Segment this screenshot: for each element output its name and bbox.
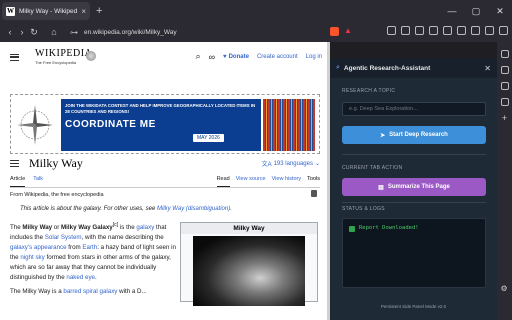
- panel-footer: Persistent Side Panel Mode v2.0: [380, 304, 447, 309]
- intro-paragraph: The Milky Way or Milky Way Galaxy[c] is …: [10, 222, 176, 282]
- rail-history-icon[interactable]: [500, 82, 509, 90]
- alert-icon[interactable]: ▲: [344, 26, 352, 35]
- download-icon[interactable]: [429, 26, 438, 35]
- site-info-icon[interactable]: ⊶: [70, 28, 78, 37]
- topic-input[interactable]: e.g. Deep Sea Exploration...: [342, 102, 486, 116]
- research-label: RESEARCH A TOPIC: [342, 88, 396, 94]
- reload-icon[interactable]: ↻: [28, 27, 40, 38]
- extension-icon-3[interactable]: [415, 26, 424, 35]
- second-paragraph: The Milky Way is a barred spiral galaxy …: [10, 288, 147, 295]
- main-menu-icon[interactable]: [10, 53, 19, 61]
- hatnote: This article is about the galaxy. For ot…: [20, 206, 232, 212]
- side-panel: ⌕ Agentic Research-Assistant ✕ RESEARCH …: [330, 58, 497, 320]
- toc-icon[interactable]: [10, 160, 19, 167]
- milky-way-image[interactable]: [193, 236, 305, 306]
- page-title: Milky Way: [29, 156, 83, 170]
- rail-add-icon[interactable]: +: [501, 114, 509, 123]
- divider: [342, 154, 486, 155]
- log-entry: Report Downloaded!: [359, 225, 419, 231]
- rail-reading-list-icon[interactable]: [500, 66, 509, 74]
- document-icon: ▤: [378, 184, 384, 191]
- infobox-caption: Milky Way: [181, 223, 317, 234]
- extension-icon-1[interactable]: [387, 26, 396, 35]
- tab-view-source[interactable]: View source: [236, 176, 266, 187]
- gear-icon[interactable]: ⚙: [501, 284, 509, 293]
- tab-read[interactable]: Read: [216, 176, 230, 187]
- back-icon[interactable]: ‹: [4, 27, 16, 37]
- summarize-button[interactable]: ▤ Summarize This Page: [342, 178, 486, 196]
- start-research-button[interactable]: ➤ Start Deep Research: [342, 126, 486, 144]
- wikipedia-logo[interactable]: WIKIPEDIA The Free Encyclopedia: [35, 49, 92, 65]
- tab-bar: W Milky Way - Wikipedia × + — ▢ ✕: [0, 0, 512, 22]
- banner-body: JOIN THE WIKIDATA CONTEST AND HELP IMPRO…: [61, 99, 261, 151]
- close-window-icon[interactable]: ✕: [488, 6, 512, 17]
- wikipedia-globe-icon: [86, 51, 96, 61]
- compass-rose-icon: [17, 105, 53, 145]
- browser-tab[interactable]: W Milky Way - Wikipedia ×: [2, 2, 90, 20]
- divider: [342, 202, 486, 203]
- status-log: Report Downloaded!: [342, 218, 486, 288]
- title-row: Milky Way 文A 193 languages ⌄: [10, 156, 320, 171]
- sidebar-toggle-icon[interactable]: [457, 26, 466, 35]
- current-tab-label: CURRENT TAB ACTION: [342, 165, 403, 171]
- research-icon: ⌕: [336, 64, 340, 71]
- window-controls: — ▢ ✕: [440, 0, 512, 22]
- close-tab-icon[interactable]: ×: [81, 7, 86, 16]
- minimize-icon[interactable]: —: [440, 6, 464, 16]
- languages-button[interactable]: 文A 193 languages ⌄: [261, 159, 320, 169]
- header-actions: ⌕ ∞ ♥ Donate Create account Log in: [196, 51, 322, 62]
- tab-view-history[interactable]: View history: [272, 176, 302, 187]
- create-account-link[interactable]: Create account: [257, 54, 298, 60]
- infobox: Milky Way: [180, 222, 318, 306]
- sidebar-rail: + ⚙: [497, 42, 512, 320]
- tab-article[interactable]: Article: [10, 176, 26, 187]
- panel-title: Agentic Research-Assistant: [343, 64, 431, 72]
- maximize-icon[interactable]: ▢: [464, 6, 488, 17]
- url-text: en.wikipedia.org/wiki/Milky_Way: [84, 28, 177, 36]
- wikipedia-favicon-icon: W: [6, 6, 15, 16]
- lock-icon: [311, 190, 317, 197]
- brave-shield-icon[interactable]: [330, 27, 339, 36]
- donate-link[interactable]: ♥ Donate: [223, 54, 249, 60]
- login-link[interactable]: Log in: [306, 54, 322, 60]
- extensions-icon[interactable]: [471, 26, 480, 35]
- forward-icon[interactable]: ›: [16, 27, 28, 37]
- from-wikipedia: From Wikipedia, the free encyclopedia: [10, 192, 104, 198]
- banner-date: MAY 2026: [193, 134, 224, 142]
- disambiguation-link[interactable]: Milky Way (disambiguation): [157, 206, 230, 212]
- close-panel-icon[interactable]: ✕: [484, 64, 491, 73]
- rocket-icon: ➤: [380, 132, 386, 139]
- shield-icon[interactable]: [485, 26, 494, 35]
- banner-stripes: [263, 99, 315, 151]
- rail-bookmarks-icon[interactable]: [500, 50, 509, 58]
- menu-icon[interactable]: [499, 26, 508, 35]
- heart-icon: ♥: [223, 53, 227, 60]
- chevron-down-icon: ⌄: [314, 161, 320, 167]
- status-label: STATUS & LOGS: [342, 206, 385, 212]
- contest-banner[interactable]: JOIN THE WIKIDATA CONTEST AND HELP IMPRO…: [10, 94, 320, 154]
- wallet-icon[interactable]: [443, 26, 452, 35]
- translate-icon: 文A: [261, 162, 272, 168]
- appearance-icon[interactable]: ∞: [209, 52, 215, 62]
- wiki-header: WIKIPEDIA The Free Encyclopedia ⌕ ∞ ♥ Don…: [0, 42, 330, 72]
- checkmark-icon: [349, 226, 355, 232]
- search-icon[interactable]: ⌕: [196, 51, 201, 62]
- panel-header: ⌕ Agentic Research-Assistant ✕: [330, 58, 497, 78]
- bookmark-icon[interactable]: ⌂: [48, 27, 60, 37]
- new-tab-button[interactable]: +: [96, 5, 102, 17]
- tools-menu[interactable]: Tools: [307, 176, 320, 187]
- article-tabs: Article Talk Read View source View histo…: [10, 176, 320, 188]
- extension-icon-2[interactable]: [401, 26, 410, 35]
- toolbar-icons: [387, 26, 508, 35]
- rail-extension-icon[interactable]: [500, 98, 509, 106]
- tab-talk[interactable]: Talk: [33, 176, 43, 187]
- tab-title: Milky Way - Wikipedia: [19, 7, 78, 15]
- address-bar[interactable]: ⊶ en.wikipedia.org/wiki/Milky_Way: [70, 25, 300, 39]
